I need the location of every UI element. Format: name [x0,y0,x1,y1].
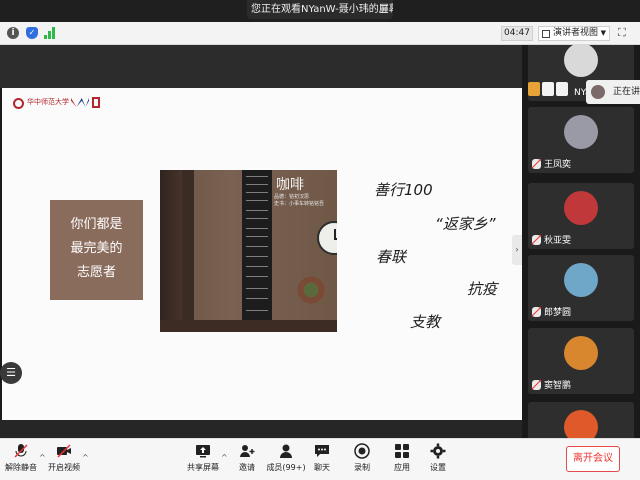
share-screen-button[interactable]: 共享屏幕 [187,443,219,479]
topic-text: 支教 [410,313,441,331]
slogan-line: 志愿者 [76,265,116,280]
slogan-line: 最完美的 [70,241,123,256]
presentation-slide: 华中师范大学 你们都是 最完美的 志愿者 咖啡 品德：铭初汉思 史书：小事车转铭… [2,88,522,420]
screen-share-banner: 您正在观看NYanW-聂小玮的屏幕 ☰ [247,0,393,19]
info-icon[interactable]: i [7,27,19,39]
mic-off-icon [532,380,541,390]
cafe-photo: 咖啡 品德：铭初汉思 史书：小事车转铭铭吾 [160,170,337,332]
meeting-toolbar: i ✓ 04:47 演讲者视图 ▼ ⛶ [0,22,640,45]
chevron-up-icon[interactable]: ^ [221,453,228,462]
chevron-right-icon[interactable]: › [512,235,522,265]
mic-off-icon [532,159,541,169]
speaking-label: 正在讲 [613,87,640,97]
grid-icon [542,30,550,38]
apps-icon [395,444,409,458]
chevron-down-icon: ▼ [600,29,606,37]
banner-text: 您正在观看NYanW-聂小玮的屏幕 [251,4,393,15]
share-screen-icon [196,445,210,458]
topic-text: “返家乡” [435,215,496,233]
chalkboard [242,170,272,332]
self-status-icons [528,82,568,96]
avatar [564,263,598,297]
topic-text: 抗疫 [467,280,498,298]
university-logo: 华中师范大学 [13,97,105,111]
chevron-up-icon[interactable]: ^ [82,453,89,462]
members-icon [280,444,292,458]
chevron-up-icon[interactable]: ^ [39,453,46,462]
badge-logo-icon [92,97,100,108]
invite-icon [240,445,255,457]
participant-tile[interactable] [528,402,634,438]
shared-screen: 华中师范大学 你们都是 最完美的 志愿者 咖啡 品德：铭初汉思 史书：小事车转铭… [0,45,522,438]
participant-name: 王凤奕 [544,160,572,170]
mic-off-icon [14,444,28,458]
leave-meeting-button[interactable]: 离开会议 [566,446,620,472]
topic-text: 春联 [376,248,407,266]
participant-tile[interactable]: 王凤奕 [528,107,634,173]
slogan-box: 你们都是 最完美的 志愿者 [50,200,143,300]
avatar [564,336,598,370]
avatar [564,191,598,225]
avatar [564,45,598,77]
participant-tile[interactable]: 秋亚雯 [528,183,634,249]
settings-button[interactable]: 设置 [426,443,450,479]
unmute-button[interactable]: 解除静音 [5,443,37,479]
shield-icon[interactable]: ✓ [26,27,38,39]
screen-top-bar [0,45,522,88]
mic-off-icon [542,82,554,96]
mic-off-icon [532,235,541,245]
chat-icon [315,445,329,457]
apps-button[interactable]: 应用 [390,443,414,479]
hand-icon [528,82,540,96]
participant-name: 郎梦圆 [544,308,572,318]
record-button[interactable]: 录制 [350,443,374,479]
participant-tile[interactable]: 窦智鹏 [528,328,634,394]
avatar [591,85,605,99]
start-video-button[interactable]: 开启视频 [48,443,80,479]
participant-tile[interactable]: 郎梦圆 [528,255,634,321]
avatar [564,410,598,438]
mic-off-icon [532,307,541,317]
vm-logo-icon [71,98,89,107]
slogan-line: 你们都是 [70,217,123,232]
record-icon [354,443,370,459]
photo-title: 咖啡 [276,177,304,193]
hamburger-icon[interactable]: ☰ [379,0,389,19]
gear-icon [430,443,446,459]
plant-icon [292,275,330,305]
topic-text: 善行100 [374,181,433,199]
logo-text: 华中师范大学 [27,98,69,106]
view-mode-dropdown[interactable]: 演讲者视图 ▼ [538,26,610,41]
participant-name: 秋亚雯 [544,236,572,246]
meeting-controls: 解除静音 ^ 开启视频 ^ 共享屏幕 ^ 邀请 成员(99+) 聊天 录制 应用… [0,438,640,480]
speaking-indicator: 正在讲 [586,80,640,104]
chat-button[interactable]: 聊天 [310,443,334,479]
fullscreen-icon[interactable]: ⛶ [618,27,630,39]
camera-off-icon [57,444,71,458]
screen-bottom-bar [0,420,522,438]
members-button[interactable]: 成员(99+) [266,443,306,479]
camera-icon [556,82,568,96]
view-mode-label: 演讲者视图 [553,28,599,38]
participant-name: 窦智鹏 [544,381,572,391]
meeting-timer: 04:47 [501,26,533,41]
invite-button[interactable]: 邀请 [233,443,261,479]
seal-icon [13,98,24,109]
avatar [564,115,598,149]
signal-icon[interactable] [44,27,56,39]
list-icon[interactable]: ☰ [0,362,22,384]
photo-subtitle: 品德：铭初汉思 史书：小事车转铭铭吾 [274,194,325,207]
